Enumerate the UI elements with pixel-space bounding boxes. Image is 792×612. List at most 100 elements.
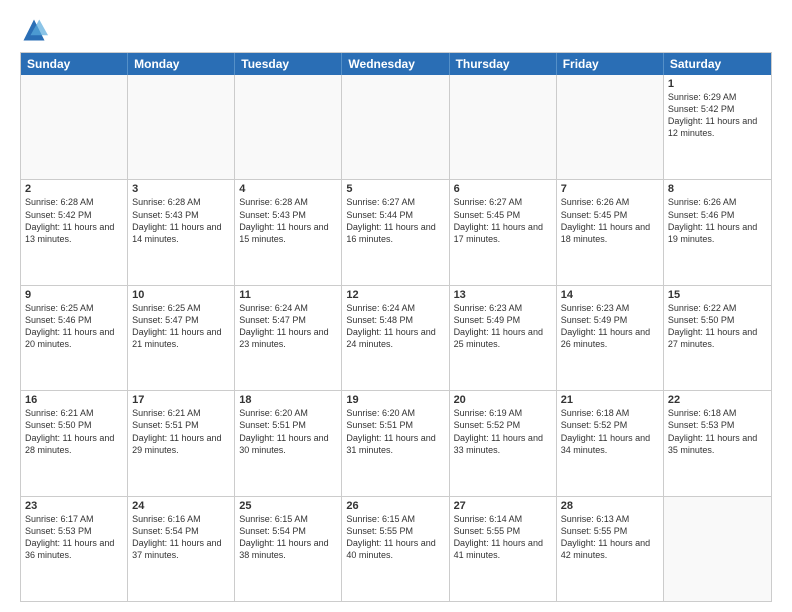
day-info: Sunrise: 6:21 AM Sunset: 5:50 PM Dayligh… (25, 407, 123, 456)
day-info: Sunrise: 6:24 AM Sunset: 5:47 PM Dayligh… (239, 302, 337, 351)
day-number: 27 (454, 500, 552, 512)
day-info: Sunrise: 6:23 AM Sunset: 5:49 PM Dayligh… (561, 302, 659, 351)
calendar-row-4: 23Sunrise: 6:17 AM Sunset: 5:53 PM Dayli… (21, 496, 771, 601)
header-day-friday: Friday (557, 53, 664, 75)
day-number: 23 (25, 500, 123, 512)
day-info: Sunrise: 6:15 AM Sunset: 5:55 PM Dayligh… (346, 513, 444, 562)
day-number: 10 (132, 289, 230, 301)
day-number: 7 (561, 183, 659, 195)
day-info: Sunrise: 6:18 AM Sunset: 5:52 PM Dayligh… (561, 407, 659, 456)
day-info: Sunrise: 6:21 AM Sunset: 5:51 PM Dayligh… (132, 407, 230, 456)
day-number: 22 (668, 394, 767, 406)
day-number: 16 (25, 394, 123, 406)
calendar-row-1: 2Sunrise: 6:28 AM Sunset: 5:42 PM Daylig… (21, 179, 771, 284)
day-number: 18 (239, 394, 337, 406)
day-cell-empty (21, 75, 128, 179)
day-cell-3: 3Sunrise: 6:28 AM Sunset: 5:43 PM Daylig… (128, 180, 235, 284)
day-number: 14 (561, 289, 659, 301)
day-number: 20 (454, 394, 552, 406)
day-info: Sunrise: 6:17 AM Sunset: 5:53 PM Dayligh… (25, 513, 123, 562)
day-cell-27: 27Sunrise: 6:14 AM Sunset: 5:55 PM Dayli… (450, 497, 557, 601)
calendar-row-0: 1Sunrise: 6:29 AM Sunset: 5:42 PM Daylig… (21, 75, 771, 179)
day-cell-21: 21Sunrise: 6:18 AM Sunset: 5:52 PM Dayli… (557, 391, 664, 495)
day-cell-22: 22Sunrise: 6:18 AM Sunset: 5:53 PM Dayli… (664, 391, 771, 495)
day-cell-25: 25Sunrise: 6:15 AM Sunset: 5:54 PM Dayli… (235, 497, 342, 601)
day-info: Sunrise: 6:22 AM Sunset: 5:50 PM Dayligh… (668, 302, 767, 351)
logo-icon (20, 16, 48, 44)
day-cell-14: 14Sunrise: 6:23 AM Sunset: 5:49 PM Dayli… (557, 286, 664, 390)
day-info: Sunrise: 6:27 AM Sunset: 5:45 PM Dayligh… (454, 196, 552, 245)
day-cell-15: 15Sunrise: 6:22 AM Sunset: 5:50 PM Dayli… (664, 286, 771, 390)
day-cell-empty (450, 75, 557, 179)
day-info: Sunrise: 6:28 AM Sunset: 5:43 PM Dayligh… (239, 196, 337, 245)
header-day-tuesday: Tuesday (235, 53, 342, 75)
day-info: Sunrise: 6:13 AM Sunset: 5:55 PM Dayligh… (561, 513, 659, 562)
header (20, 16, 772, 44)
day-cell-18: 18Sunrise: 6:20 AM Sunset: 5:51 PM Dayli… (235, 391, 342, 495)
day-number: 12 (346, 289, 444, 301)
day-cell-5: 5Sunrise: 6:27 AM Sunset: 5:44 PM Daylig… (342, 180, 449, 284)
day-number: 28 (561, 500, 659, 512)
day-cell-11: 11Sunrise: 6:24 AM Sunset: 5:47 PM Dayli… (235, 286, 342, 390)
calendar-header: SundayMondayTuesdayWednesdayThursdayFrid… (21, 53, 771, 75)
day-number: 2 (25, 183, 123, 195)
day-number: 1 (668, 78, 767, 90)
day-number: 25 (239, 500, 337, 512)
day-cell-24: 24Sunrise: 6:16 AM Sunset: 5:54 PM Dayli… (128, 497, 235, 601)
day-info: Sunrise: 6:20 AM Sunset: 5:51 PM Dayligh… (239, 407, 337, 456)
day-cell-20: 20Sunrise: 6:19 AM Sunset: 5:52 PM Dayli… (450, 391, 557, 495)
day-cell-empty (557, 75, 664, 179)
header-day-sunday: Sunday (21, 53, 128, 75)
day-info: Sunrise: 6:28 AM Sunset: 5:42 PM Dayligh… (25, 196, 123, 245)
day-info: Sunrise: 6:14 AM Sunset: 5:55 PM Dayligh… (454, 513, 552, 562)
day-cell-8: 8Sunrise: 6:26 AM Sunset: 5:46 PM Daylig… (664, 180, 771, 284)
day-number: 8 (668, 183, 767, 195)
day-info: Sunrise: 6:29 AM Sunset: 5:42 PM Dayligh… (668, 91, 767, 140)
day-cell-4: 4Sunrise: 6:28 AM Sunset: 5:43 PM Daylig… (235, 180, 342, 284)
day-info: Sunrise: 6:26 AM Sunset: 5:46 PM Dayligh… (668, 196, 767, 245)
header-day-monday: Monday (128, 53, 235, 75)
day-cell-6: 6Sunrise: 6:27 AM Sunset: 5:45 PM Daylig… (450, 180, 557, 284)
day-cell-23: 23Sunrise: 6:17 AM Sunset: 5:53 PM Dayli… (21, 497, 128, 601)
day-cell-13: 13Sunrise: 6:23 AM Sunset: 5:49 PM Dayli… (450, 286, 557, 390)
day-cell-empty (342, 75, 449, 179)
day-cell-17: 17Sunrise: 6:21 AM Sunset: 5:51 PM Dayli… (128, 391, 235, 495)
day-cell-9: 9Sunrise: 6:25 AM Sunset: 5:46 PM Daylig… (21, 286, 128, 390)
page: SundayMondayTuesdayWednesdayThursdayFrid… (0, 0, 792, 612)
day-number: 3 (132, 183, 230, 195)
day-info: Sunrise: 6:28 AM Sunset: 5:43 PM Dayligh… (132, 196, 230, 245)
day-info: Sunrise: 6:16 AM Sunset: 5:54 PM Dayligh… (132, 513, 230, 562)
day-cell-empty (128, 75, 235, 179)
day-number: 24 (132, 500, 230, 512)
day-cell-10: 10Sunrise: 6:25 AM Sunset: 5:47 PM Dayli… (128, 286, 235, 390)
day-info: Sunrise: 6:18 AM Sunset: 5:53 PM Dayligh… (668, 407, 767, 456)
calendar: SundayMondayTuesdayWednesdayThursdayFrid… (20, 52, 772, 602)
day-cell-19: 19Sunrise: 6:20 AM Sunset: 5:51 PM Dayli… (342, 391, 449, 495)
day-number: 26 (346, 500, 444, 512)
day-info: Sunrise: 6:23 AM Sunset: 5:49 PM Dayligh… (454, 302, 552, 351)
day-cell-26: 26Sunrise: 6:15 AM Sunset: 5:55 PM Dayli… (342, 497, 449, 601)
day-number: 21 (561, 394, 659, 406)
header-day-wednesday: Wednesday (342, 53, 449, 75)
day-info: Sunrise: 6:19 AM Sunset: 5:52 PM Dayligh… (454, 407, 552, 456)
day-cell-28: 28Sunrise: 6:13 AM Sunset: 5:55 PM Dayli… (557, 497, 664, 601)
day-info: Sunrise: 6:15 AM Sunset: 5:54 PM Dayligh… (239, 513, 337, 562)
day-number: 4 (239, 183, 337, 195)
day-info: Sunrise: 6:26 AM Sunset: 5:45 PM Dayligh… (561, 196, 659, 245)
day-cell-12: 12Sunrise: 6:24 AM Sunset: 5:48 PM Dayli… (342, 286, 449, 390)
day-number: 6 (454, 183, 552, 195)
day-cell-16: 16Sunrise: 6:21 AM Sunset: 5:50 PM Dayli… (21, 391, 128, 495)
day-info: Sunrise: 6:20 AM Sunset: 5:51 PM Dayligh… (346, 407, 444, 456)
day-number: 13 (454, 289, 552, 301)
logo (20, 16, 52, 44)
day-number: 15 (668, 289, 767, 301)
day-info: Sunrise: 6:25 AM Sunset: 5:47 PM Dayligh… (132, 302, 230, 351)
calendar-row-3: 16Sunrise: 6:21 AM Sunset: 5:50 PM Dayli… (21, 390, 771, 495)
day-info: Sunrise: 6:24 AM Sunset: 5:48 PM Dayligh… (346, 302, 444, 351)
header-day-saturday: Saturday (664, 53, 771, 75)
day-cell-2: 2Sunrise: 6:28 AM Sunset: 5:42 PM Daylig… (21, 180, 128, 284)
calendar-row-2: 9Sunrise: 6:25 AM Sunset: 5:46 PM Daylig… (21, 285, 771, 390)
day-cell-7: 7Sunrise: 6:26 AM Sunset: 5:45 PM Daylig… (557, 180, 664, 284)
day-info: Sunrise: 6:27 AM Sunset: 5:44 PM Dayligh… (346, 196, 444, 245)
day-number: 17 (132, 394, 230, 406)
